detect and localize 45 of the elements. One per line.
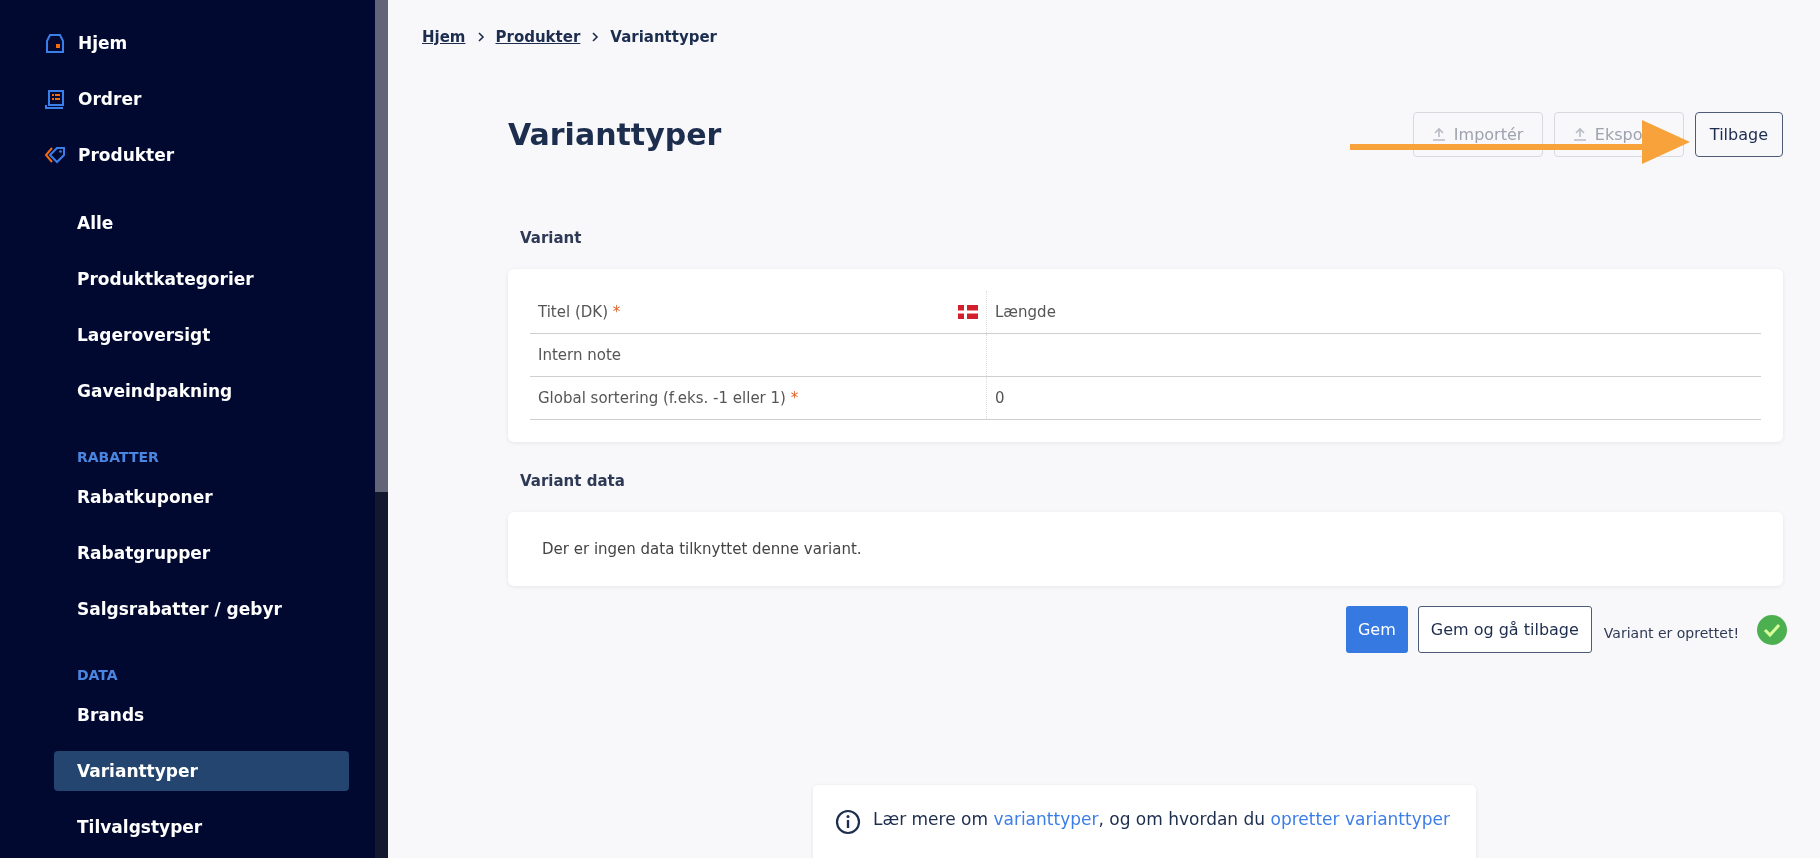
info-link[interactable]: opretter varianttyper [1270, 809, 1450, 829]
house-icon [44, 32, 66, 54]
header-button[interactable]: Tilbage [1694, 112, 1783, 157]
sidebar-item[interactable]: Produkter [0, 135, 375, 175]
breadcrumb-current: Varianttyper [610, 28, 718, 46]
chevron-icon [590, 31, 601, 43]
info-icon [835, 809, 861, 835]
sidebar-item[interactable]: Rabatgrupper [54, 533, 349, 573]
sidebar-item[interactable]: Produktkategorier [54, 259, 349, 299]
section-title: Variant [520, 229, 583, 247]
scrollbar[interactable] [375, 0, 388, 858]
sidebar-item[interactable]: Ordrer [0, 79, 375, 119]
save-and-back-button[interactable]: Gem og gå tilbage [1417, 606, 1592, 653]
receipt-icon [44, 88, 66, 110]
field-label: Titel (DK) * [530, 291, 987, 334]
scrollbar-thumb[interactable] [375, 0, 388, 492]
sidebar-item[interactable]: Alle [54, 203, 349, 243]
breadcrumb-link[interactable]: Hjem [422, 28, 466, 46]
field-label: Global sortering (f.eks. -1 eller 1) * [530, 376, 987, 420]
chevron-icon [475, 31, 486, 43]
sidebar-item[interactable]: Salgsrabatter / gebyr [54, 589, 349, 629]
sidebar-item[interactable]: Lageroversigt [54, 315, 349, 355]
success-check-icon [1757, 614, 1787, 645]
input-field[interactable]: Længde [986, 291, 1761, 334]
sidebar-heading: RABATTER [76, 449, 160, 465]
section-title: Variant data [520, 472, 626, 490]
input-field[interactable]: 0 [986, 376, 1761, 420]
info-link[interactable]: varianttyper [993, 809, 1099, 829]
empty-message: Der er ingen data tilknyttet denne variant. [541, 539, 863, 560]
upload-icon [1572, 127, 1587, 141]
sidebar-heading: DATA [76, 667, 119, 683]
status-message: Variant er oprettet! [1603, 624, 1739, 641]
breadcrumb-link[interactable]: Produkter [495, 28, 581, 46]
sidebar-item[interactable]: Brands [54, 695, 349, 735]
page-title: Varianttyper [508, 117, 723, 152]
field-label: Intern note [530, 333, 987, 377]
upload-icon [1431, 127, 1446, 141]
tag-icon [44, 144, 66, 166]
sidebar-item[interactable]: Rabatkuponer [54, 477, 349, 517]
sidebar-item[interactable]: Gaveindpakning [54, 371, 349, 411]
sidebar-item[interactable]: Varianttyper [54, 751, 349, 791]
info-text: Lær mere om varianttyper, og om hvordan du opretter varianttyper [873, 809, 1450, 829]
save-button[interactable]: Gem [1345, 606, 1408, 653]
sidebar-item[interactable]: Tilvalgstyper [54, 807, 349, 847]
sidebar-item[interactable]: Hjem [0, 23, 375, 63]
